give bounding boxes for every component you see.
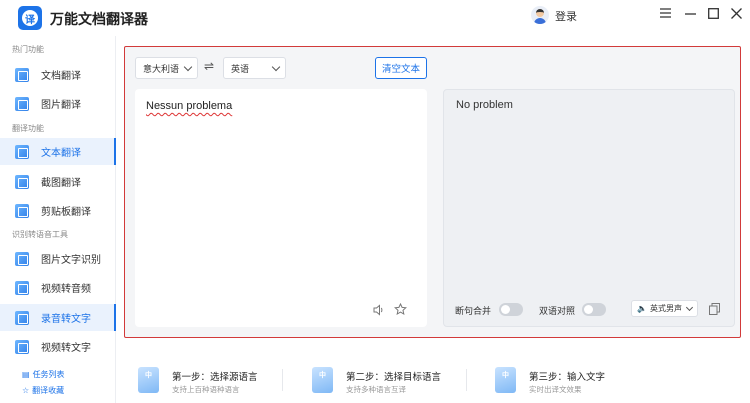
- section-label-tools: 识别转语音工具: [12, 230, 68, 239]
- sidebar-item-recording-to-text[interactable]: 录音转文字: [0, 304, 116, 331]
- steps-guide: 中 第一步：选择源语言 支持上百种语种语言 中 第二步：选择目标语言 支持多种语…: [116, 357, 750, 403]
- app-logo: 译: [18, 6, 42, 30]
- screenshot-translate-icon: [15, 174, 29, 189]
- sidebar-item-text-translate[interactable]: 文本翻译: [0, 138, 116, 165]
- bilingual-toggle[interactable]: [582, 303, 606, 316]
- app-title: 万能文档翻译器: [50, 11, 148, 27]
- section-label-hot: 热门功能: [12, 45, 44, 54]
- recording-to-text-icon: [15, 310, 29, 325]
- sidebar-item-label: 截图翻译: [41, 178, 81, 189]
- sidebar-item-label: 视频转音频: [41, 284, 91, 295]
- sidebar-item-label: 文本翻译: [41, 148, 81, 159]
- menu-icon[interactable]: [657, 5, 673, 21]
- step-desc: 支持多种语言互译: [346, 385, 406, 394]
- favorite-star-icon[interactable]: [394, 303, 407, 316]
- step-title: 第二步：选择目标语言: [346, 372, 442, 383]
- target-language-value: 英语: [231, 63, 250, 74]
- clipboard-translate-icon: [15, 203, 29, 218]
- translated-text: No problem: [456, 99, 513, 111]
- sidebar-item-label: 录音转文字: [41, 314, 91, 325]
- chevron-down-icon: [183, 62, 193, 72]
- sidebar: 热门功能 文档翻译 图片翻译 翻译功能 文本翻译 截图翻译 剪贴板翻译 识别转语…: [0, 36, 116, 403]
- sidebar-item-ocr[interactable]: 图片文字识别: [0, 245, 116, 272]
- bilingual-label: 双语对照: [539, 306, 576, 316]
- minimize-icon[interactable]: [682, 5, 698, 21]
- sidebar-item-screenshot-translate[interactable]: 截图翻译: [0, 168, 116, 195]
- section-label-translate: 翻译功能: [12, 124, 44, 133]
- user-avatar[interactable]: [531, 6, 549, 24]
- step-desc: 支持上百种语种语言: [172, 385, 240, 394]
- title-bar: 译 万能文档翻译器 登录: [0, 0, 750, 36]
- source-language-select[interactable]: 意大利语: [135, 57, 198, 79]
- task-list-label: 任务列表: [32, 370, 65, 379]
- sidebar-item-label: 图片文字识别: [41, 255, 101, 266]
- sidebar-item-video-to-audio[interactable]: 视频转音频: [0, 274, 116, 301]
- text-translate-icon: [15, 144, 29, 159]
- sidebar-item-label: 图片翻译: [41, 100, 81, 111]
- step-icon: 中: [312, 367, 333, 393]
- sidebar-item-label: 剪贴板翻译: [41, 207, 91, 218]
- chevron-down-icon: [685, 303, 694, 312]
- sidebar-item-label: 文档翻译: [41, 71, 81, 82]
- sentence-merge-toggle[interactable]: [499, 303, 523, 316]
- step-icon: 中: [138, 367, 159, 393]
- sentence-merge-label: 断句合并: [455, 306, 492, 316]
- step-desc: 实时出译文效果: [529, 385, 582, 394]
- clear-text-button[interactable]: 清空文本: [375, 57, 427, 79]
- source-text-area[interactable]: Nessun problema: [135, 89, 427, 327]
- close-icon[interactable]: [728, 5, 744, 21]
- video-to-text-icon: [15, 339, 29, 354]
- translator-panel: 意大利语 ⇌ 英语 清空文本 Nessun problema No proble…: [124, 46, 741, 338]
- speaker-icon[interactable]: [373, 304, 385, 316]
- copy-icon[interactable]: [709, 303, 720, 315]
- source-text[interactable]: Nessun problema: [146, 100, 232, 112]
- sidebar-item-image-translate[interactable]: 图片翻译: [0, 90, 116, 117]
- translation-output-area: No problem 断句合并 双语对照 🔈 英式男声: [443, 89, 735, 327]
- speaker-icon: 🔈: [637, 304, 647, 313]
- sidebar-item-document-translate[interactable]: 文档翻译: [0, 61, 116, 88]
- document-translate-icon: [15, 67, 29, 82]
- sidebar-item-clipboard-translate[interactable]: 剪贴板翻译: [0, 197, 116, 224]
- favorites-label: 翻译收藏: [32, 386, 65, 395]
- voice-select-value: 英式男声: [649, 304, 682, 313]
- video-to-audio-icon: [15, 280, 29, 295]
- ocr-icon: [15, 251, 29, 266]
- swap-languages-icon[interactable]: ⇌: [204, 59, 214, 73]
- task-list-link[interactable]: ▤ 任务列表: [22, 369, 65, 380]
- app-logo-char: 译: [22, 10, 38, 26]
- sidebar-item-video-to-text[interactable]: 视频转文字: [0, 333, 116, 360]
- maximize-icon[interactable]: [705, 5, 721, 21]
- image-translate-icon: [15, 96, 29, 111]
- favorites-link[interactable]: ☆ 翻译收藏: [22, 385, 64, 396]
- target-language-select[interactable]: 英语: [223, 57, 286, 79]
- list-icon: ▤: [22, 370, 30, 379]
- star-icon: ☆: [22, 386, 30, 395]
- login-link[interactable]: 登录: [555, 8, 577, 24]
- source-language-value: 意大利语: [143, 63, 180, 74]
- voice-select[interactable]: 🔈 英式男声: [631, 300, 698, 317]
- chevron-down-icon: [271, 62, 281, 72]
- step-title: 第一步：选择源语言: [172, 372, 258, 383]
- sidebar-item-label: 视频转文字: [41, 343, 91, 354]
- step-icon: 中: [495, 367, 516, 393]
- step-divider: [466, 369, 467, 391]
- step-title: 第三步：输入文字: [529, 372, 606, 383]
- step-divider: [282, 369, 283, 391]
